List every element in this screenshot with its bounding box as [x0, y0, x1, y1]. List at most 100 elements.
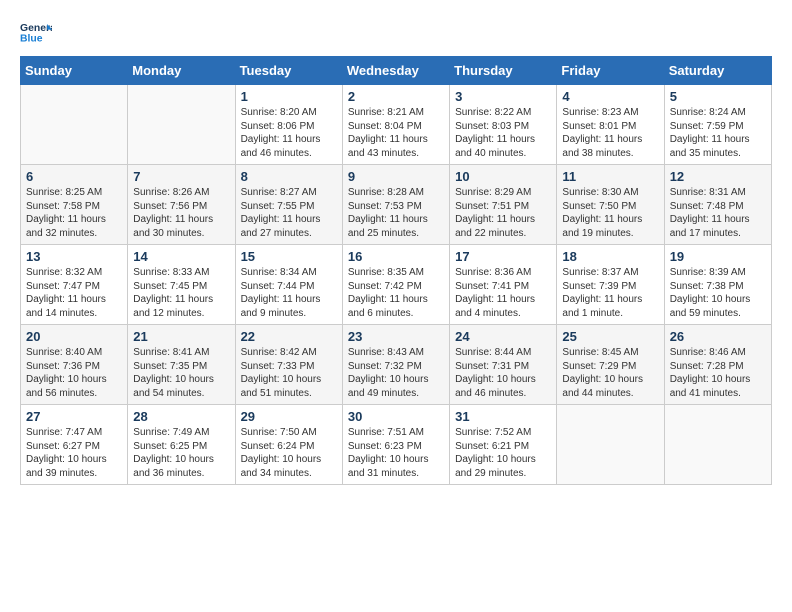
- day-number: 20: [26, 329, 122, 344]
- day-number: 27: [26, 409, 122, 424]
- day-content: Sunrise: 7:47 AM Sunset: 6:27 PM Dayligh…: [26, 426, 122, 480]
- calendar-cell: 5 Sunrise: 8:24 AM Sunset: 7:59 PM Daylig…: [664, 85, 771, 165]
- calendar-cell: 8 Sunrise: 8:27 AM Sunset: 7:55 PM Daylig…: [235, 165, 342, 245]
- day-number: 4: [562, 89, 658, 104]
- calendar-cell: 7 Sunrise: 8:26 AM Sunset: 7:56 PM Daylig…: [128, 165, 235, 245]
- day-number: 28: [133, 409, 229, 424]
- day-header-friday: Friday: [557, 57, 664, 85]
- day-content: Sunrise: 8:20 AM Sunset: 8:06 PM Dayligh…: [241, 106, 337, 160]
- day-header-wednesday: Wednesday: [342, 57, 449, 85]
- day-content: Sunrise: 8:35 AM Sunset: 7:42 PM Dayligh…: [348, 266, 444, 320]
- day-number: 17: [455, 249, 551, 264]
- day-number: 30: [348, 409, 444, 424]
- day-content: Sunrise: 7:49 AM Sunset: 6:25 PM Dayligh…: [133, 426, 229, 480]
- day-content: Sunrise: 8:32 AM Sunset: 7:47 PM Dayligh…: [26, 266, 122, 320]
- day-number: 23: [348, 329, 444, 344]
- day-number: 3: [455, 89, 551, 104]
- day-number: 25: [562, 329, 658, 344]
- day-header-thursday: Thursday: [450, 57, 557, 85]
- calendar-cell: [21, 85, 128, 165]
- calendar-cell: 24 Sunrise: 8:44 AM Sunset: 7:31 PM Dayli…: [450, 325, 557, 405]
- day-content: Sunrise: 8:27 AM Sunset: 7:55 PM Dayligh…: [241, 186, 337, 240]
- day-content: Sunrise: 8:31 AM Sunset: 7:48 PM Dayligh…: [670, 186, 766, 240]
- day-number: 14: [133, 249, 229, 264]
- day-number: 9: [348, 169, 444, 184]
- calendar-cell: 9 Sunrise: 8:28 AM Sunset: 7:53 PM Daylig…: [342, 165, 449, 245]
- day-content: Sunrise: 8:28 AM Sunset: 7:53 PM Dayligh…: [348, 186, 444, 240]
- day-number: 11: [562, 169, 658, 184]
- day-content: Sunrise: 7:52 AM Sunset: 6:21 PM Dayligh…: [455, 426, 551, 480]
- day-content: Sunrise: 8:46 AM Sunset: 7:28 PM Dayligh…: [670, 346, 766, 400]
- calendar-cell: 6Sunrise: 8:25 AM Sunset: 7:58 PM Daylig…: [21, 165, 128, 245]
- header: General Blue: [20, 20, 772, 48]
- calendar-cell: 4 Sunrise: 8:23 AM Sunset: 8:01 PM Daylig…: [557, 85, 664, 165]
- day-content: Sunrise: 8:26 AM Sunset: 7:56 PM Dayligh…: [133, 186, 229, 240]
- day-number: 22: [241, 329, 337, 344]
- day-content: Sunrise: 8:40 AM Sunset: 7:36 PM Dayligh…: [26, 346, 122, 400]
- day-header-tuesday: Tuesday: [235, 57, 342, 85]
- calendar-cell: 22 Sunrise: 8:42 AM Sunset: 7:33 PM Dayli…: [235, 325, 342, 405]
- day-content: Sunrise: 8:21 AM Sunset: 8:04 PM Dayligh…: [348, 106, 444, 160]
- calendar-cell: 20 Sunrise: 8:40 AM Sunset: 7:36 PM Dayli…: [21, 325, 128, 405]
- day-number: 29: [241, 409, 337, 424]
- calendar-cell: 29 Sunrise: 7:50 AM Sunset: 6:24 PM Dayli…: [235, 405, 342, 485]
- calendar-cell: 2 Sunrise: 8:21 AM Sunset: 8:04 PM Daylig…: [342, 85, 449, 165]
- day-content: Sunrise: 8:33 AM Sunset: 7:45 PM Dayligh…: [133, 266, 229, 320]
- calendar-cell: 25 Sunrise: 8:45 AM Sunset: 7:29 PM Dayli…: [557, 325, 664, 405]
- day-content: Sunrise: 8:22 AM Sunset: 8:03 PM Dayligh…: [455, 106, 551, 160]
- day-content: Sunrise: 8:29 AM Sunset: 7:51 PM Dayligh…: [455, 186, 551, 240]
- calendar-cell: [557, 405, 664, 485]
- day-number: 24: [455, 329, 551, 344]
- day-header-saturday: Saturday: [664, 57, 771, 85]
- calendar-cell: 28 Sunrise: 7:49 AM Sunset: 6:25 PM Dayli…: [128, 405, 235, 485]
- day-content: Sunrise: 8:45 AM Sunset: 7:29 PM Dayligh…: [562, 346, 658, 400]
- day-content: Sunrise: 8:23 AM Sunset: 8:01 PM Dayligh…: [562, 106, 658, 160]
- calendar-cell: 31 Sunrise: 7:52 AM Sunset: 6:21 PM Dayli…: [450, 405, 557, 485]
- calendar-cell: 18 Sunrise: 8:37 AM Sunset: 7:39 PM Dayli…: [557, 245, 664, 325]
- calendar-cell: 19 Sunrise: 8:39 AM Sunset: 7:38 PM Dayli…: [664, 245, 771, 325]
- day-number: 19: [670, 249, 766, 264]
- day-number: 10: [455, 169, 551, 184]
- day-number: 12: [670, 169, 766, 184]
- calendar-cell: 27 Sunrise: 7:47 AM Sunset: 6:27 PM Dayli…: [21, 405, 128, 485]
- calendar-cell: 11 Sunrise: 8:30 AM Sunset: 7:50 PM Dayli…: [557, 165, 664, 245]
- day-number: 8: [241, 169, 337, 184]
- day-number: 26: [670, 329, 766, 344]
- day-number: 7: [133, 169, 229, 184]
- day-number: 5: [670, 89, 766, 104]
- day-content: Sunrise: 8:43 AM Sunset: 7:32 PM Dayligh…: [348, 346, 444, 400]
- calendar-cell: 3 Sunrise: 8:22 AM Sunset: 8:03 PM Daylig…: [450, 85, 557, 165]
- calendar-cell: 21Sunrise: 8:41 AM Sunset: 7:35 PM Dayli…: [128, 325, 235, 405]
- calendar-cell: 12 Sunrise: 8:31 AM Sunset: 7:48 PM Dayli…: [664, 165, 771, 245]
- day-number: 13: [26, 249, 122, 264]
- logo: General Blue: [20, 20, 56, 48]
- day-number: 15: [241, 249, 337, 264]
- day-content: Sunrise: 8:37 AM Sunset: 7:39 PM Dayligh…: [562, 266, 658, 320]
- day-number: 1: [241, 89, 337, 104]
- calendar-cell: 10 Sunrise: 8:29 AM Sunset: 7:51 PM Dayli…: [450, 165, 557, 245]
- day-number: 2: [348, 89, 444, 104]
- day-content: Sunrise: 8:25 AM Sunset: 7:58 PM Dayligh…: [26, 186, 122, 240]
- calendar-cell: 15Sunrise: 8:34 AM Sunset: 7:44 PM Dayli…: [235, 245, 342, 325]
- day-header-monday: Monday: [128, 57, 235, 85]
- day-header-sunday: Sunday: [21, 57, 128, 85]
- calendar-cell: 13 Sunrise: 8:32 AM Sunset: 7:47 PM Dayli…: [21, 245, 128, 325]
- day-content: Sunrise: 7:50 AM Sunset: 6:24 PM Dayligh…: [241, 426, 337, 480]
- calendar-cell: 1 Sunrise: 8:20 AM Sunset: 8:06 PM Daylig…: [235, 85, 342, 165]
- day-number: 21: [133, 329, 229, 344]
- day-content: Sunrise: 8:36 AM Sunset: 7:41 PM Dayligh…: [455, 266, 551, 320]
- calendar-cell: 26 Sunrise: 8:46 AM Sunset: 7:28 PM Dayli…: [664, 325, 771, 405]
- day-content: Sunrise: 8:24 AM Sunset: 7:59 PM Dayligh…: [670, 106, 766, 160]
- calendar-cell: 14 Sunrise: 8:33 AM Sunset: 7:45 PM Dayli…: [128, 245, 235, 325]
- day-content: Sunrise: 8:42 AM Sunset: 7:33 PM Dayligh…: [241, 346, 337, 400]
- calendar-cell: [664, 405, 771, 485]
- day-content: Sunrise: 8:39 AM Sunset: 7:38 PM Dayligh…: [670, 266, 766, 320]
- day-content: Sunrise: 8:44 AM Sunset: 7:31 PM Dayligh…: [455, 346, 551, 400]
- day-content: Sunrise: 7:51 AM Sunset: 6:23 PM Dayligh…: [348, 426, 444, 480]
- svg-text:Blue: Blue: [20, 34, 43, 45]
- day-content: Sunrise: 8:30 AM Sunset: 7:50 PM Dayligh…: [562, 186, 658, 240]
- day-number: 18: [562, 249, 658, 264]
- day-number: 16: [348, 249, 444, 264]
- calendar-cell: 17 Sunrise: 8:36 AM Sunset: 7:41 PM Dayli…: [450, 245, 557, 325]
- day-number: 31: [455, 409, 551, 424]
